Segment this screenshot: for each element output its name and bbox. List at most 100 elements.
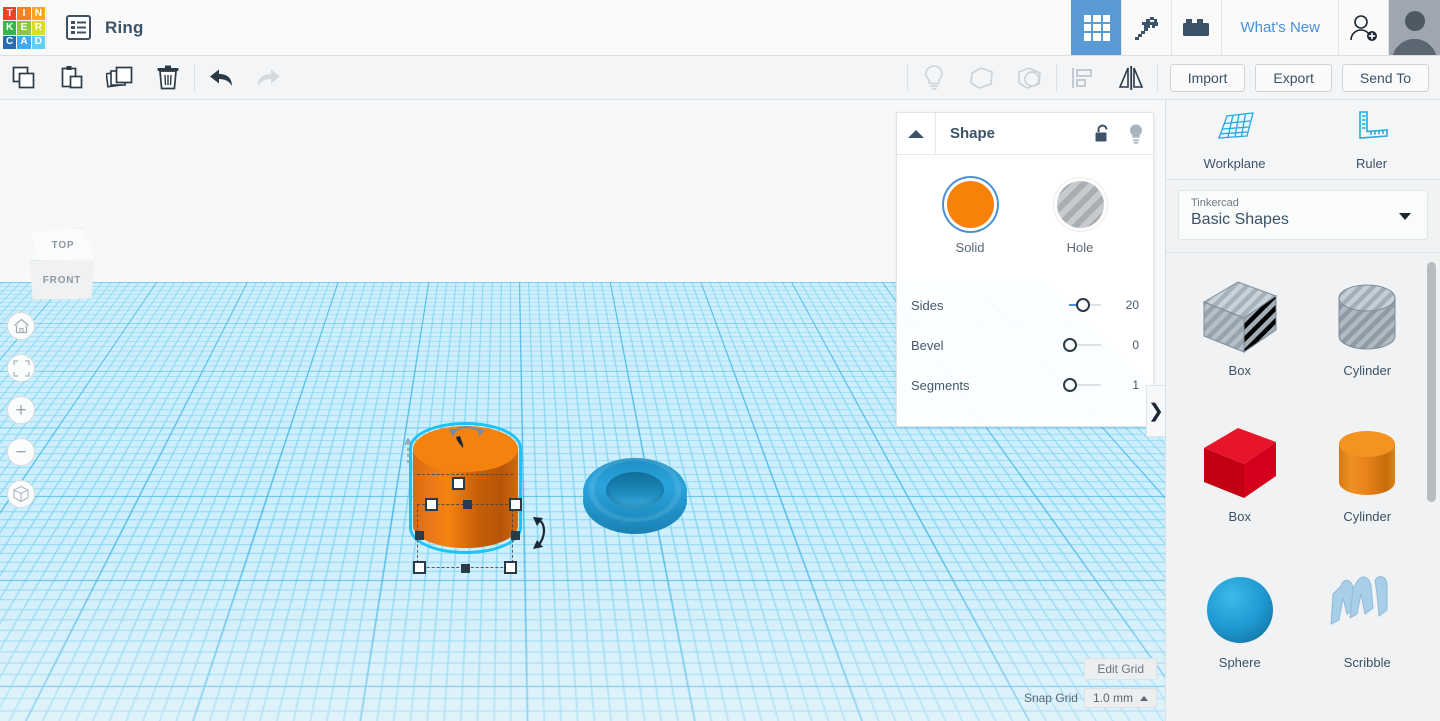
rotate-handle-side[interactable] [530,514,556,559]
shapes-grid: Box Cylinder Box Cylinder Sphere Scribbl… [1166,253,1440,721]
hole-mode-option[interactable]: Hole [1045,181,1115,255]
zoom-out-icon[interactable]: − [7,438,35,466]
resize-handle-mid-right[interactable] [511,531,520,540]
unlock-icon[interactable] [1085,113,1119,154]
lego-brick-icon[interactable] [1171,0,1221,55]
view-cube-front-face[interactable]: FRONT [29,260,95,300]
shapes-list[interactable]: Box Cylinder Box Cylinder Sphere Scribbl… [1166,252,1440,721]
document-area: Ring [47,0,144,55]
zoom-in-icon[interactable]: + [7,396,35,424]
partial-shape-icon [1190,713,1290,721]
fit-all-icon[interactable] [7,354,35,382]
list-item[interactable]: Scribble [1304,553,1432,693]
list-item[interactable] [1304,699,1432,721]
sidebar-collapse-tab[interactable]: ❯ [1146,385,1165,437]
divider [906,63,908,92]
whats-new-link[interactable]: What's New [1221,0,1338,55]
send-to-button[interactable]: Send To [1341,63,1429,92]
slider-row-segments: Segments 1 [897,365,1153,405]
bevel-slider-thumb[interactable] [1063,338,1077,352]
list-item[interactable] [1176,699,1304,721]
group-icon [958,56,1006,99]
sidebar-scrollbar[interactable] [1427,262,1436,502]
shape-library-dropdown[interactable]: Tinkercad Basic Shapes [1178,190,1428,240]
grid-view-icon[interactable] [1071,0,1122,55]
redo-icon [245,56,293,99]
view-cube-top-face[interactable]: TOP [31,228,95,262]
list-item[interactable]: Cylinder [1304,261,1432,401]
zoom-in-glyph: + [15,399,27,421]
logo-tile-c: C [3,35,17,49]
hole-label: Hole [1066,240,1094,255]
top-bar: TINKERCAD Ring What's New [0,0,1440,56]
torus-ring-object[interactable] [583,458,693,538]
sidebar-tools: Workplane Ruler [1166,100,1440,180]
selection-bbox-mid [417,474,513,475]
library-owner: Tinkercad [1191,197,1239,209]
duplicate-icon[interactable] [96,56,144,99]
avatar[interactable] [1388,0,1440,55]
lightbulb-icon[interactable] [1119,113,1153,154]
export-button[interactable]: Export [1255,63,1332,92]
resize-handle-bottom-left[interactable] [413,561,426,574]
box-solid-icon [1190,421,1290,507]
import-button[interactable]: Import [1169,63,1246,92]
shape-label: Sphere [1218,655,1261,670]
ortho-perspective-icon[interactable] [7,480,35,508]
shape-label: Box [1228,509,1251,524]
solid-swatch [946,181,994,228]
tinkercad-logo[interactable]: TINKERCAD [0,0,46,56]
triangle-up-icon[interactable] [897,113,936,154]
list-item[interactable]: Box [1176,407,1304,547]
segments-value: 1 [1132,378,1139,392]
cylinder-hole-icon [1317,275,1417,361]
cylinder-object[interactable] [403,418,563,578]
align-icon[interactable] [1059,56,1107,99]
list-item[interactable]: Sphere [1176,553,1304,693]
resize-handle-mid-left[interactable] [415,531,424,540]
view-cube[interactable]: TOP FRONT [25,228,101,300]
rotate-handle-top[interactable] [443,418,493,453]
logo-tile-d: D [31,35,45,49]
bevel-label: Bevel [911,337,944,353]
slider-row-sides: Sides 20 [897,285,1153,325]
height-marker [402,437,416,477]
logo-tile-r: R [31,21,45,35]
copy-icon[interactable] [0,56,48,99]
list-menu-icon[interactable] [66,15,91,40]
undo-icon[interactable] [197,56,245,99]
cylinder-solid-icon [1317,421,1417,507]
sides-label: Sides [911,297,944,313]
segments-slider-thumb[interactable] [1063,378,1077,392]
sidebar-item-workplane[interactable]: Workplane [1166,100,1303,179]
workplane-label: Workplane [1203,156,1266,171]
mirror-icon[interactable] [1107,56,1155,99]
home-view-icon[interactable] [7,312,35,340]
list-item[interactable]: Box [1176,261,1304,401]
sidebar-item-ruler[interactable]: Ruler [1303,100,1440,179]
resize-handle-center[interactable] [463,500,472,509]
library-collection: Basic Shapes [1191,211,1289,228]
resize-handle-top[interactable] [452,477,465,490]
solid-mode-option[interactable]: Solid [935,181,1005,255]
scribble-icon [1317,567,1417,653]
chevron-down-icon [1399,213,1411,220]
minecraft-pickaxe-icon[interactable] [1121,0,1171,55]
logo-tile-a: A [17,35,31,49]
list-item[interactable]: Cylinder [1304,407,1432,547]
paste-icon[interactable] [48,56,96,99]
sides-slider-thumb[interactable] [1076,298,1090,312]
edit-grid-button[interactable]: Edit Grid [1084,658,1157,680]
tinkercad-app: TINKERCAD Ring What's New Import Export … [0,0,1440,721]
delete-trash-icon[interactable] [144,56,192,99]
shapes-sidebar: Workplane Ruler Tinkercad Basic Shapes B… [1165,100,1440,721]
snap-grid-dropdown[interactable]: 1.0 mm [1083,688,1157,708]
logo-tile-k: K [3,21,17,35]
box-hole-icon [1190,275,1290,361]
resize-handle-bottom-center[interactable] [461,564,470,573]
resize-handle-bottom-right[interactable] [504,561,517,574]
divider [1156,63,1158,92]
resize-handle-right[interactable] [509,498,522,511]
add-user-icon[interactable] [1338,0,1388,55]
resize-handle-left[interactable] [425,498,438,511]
